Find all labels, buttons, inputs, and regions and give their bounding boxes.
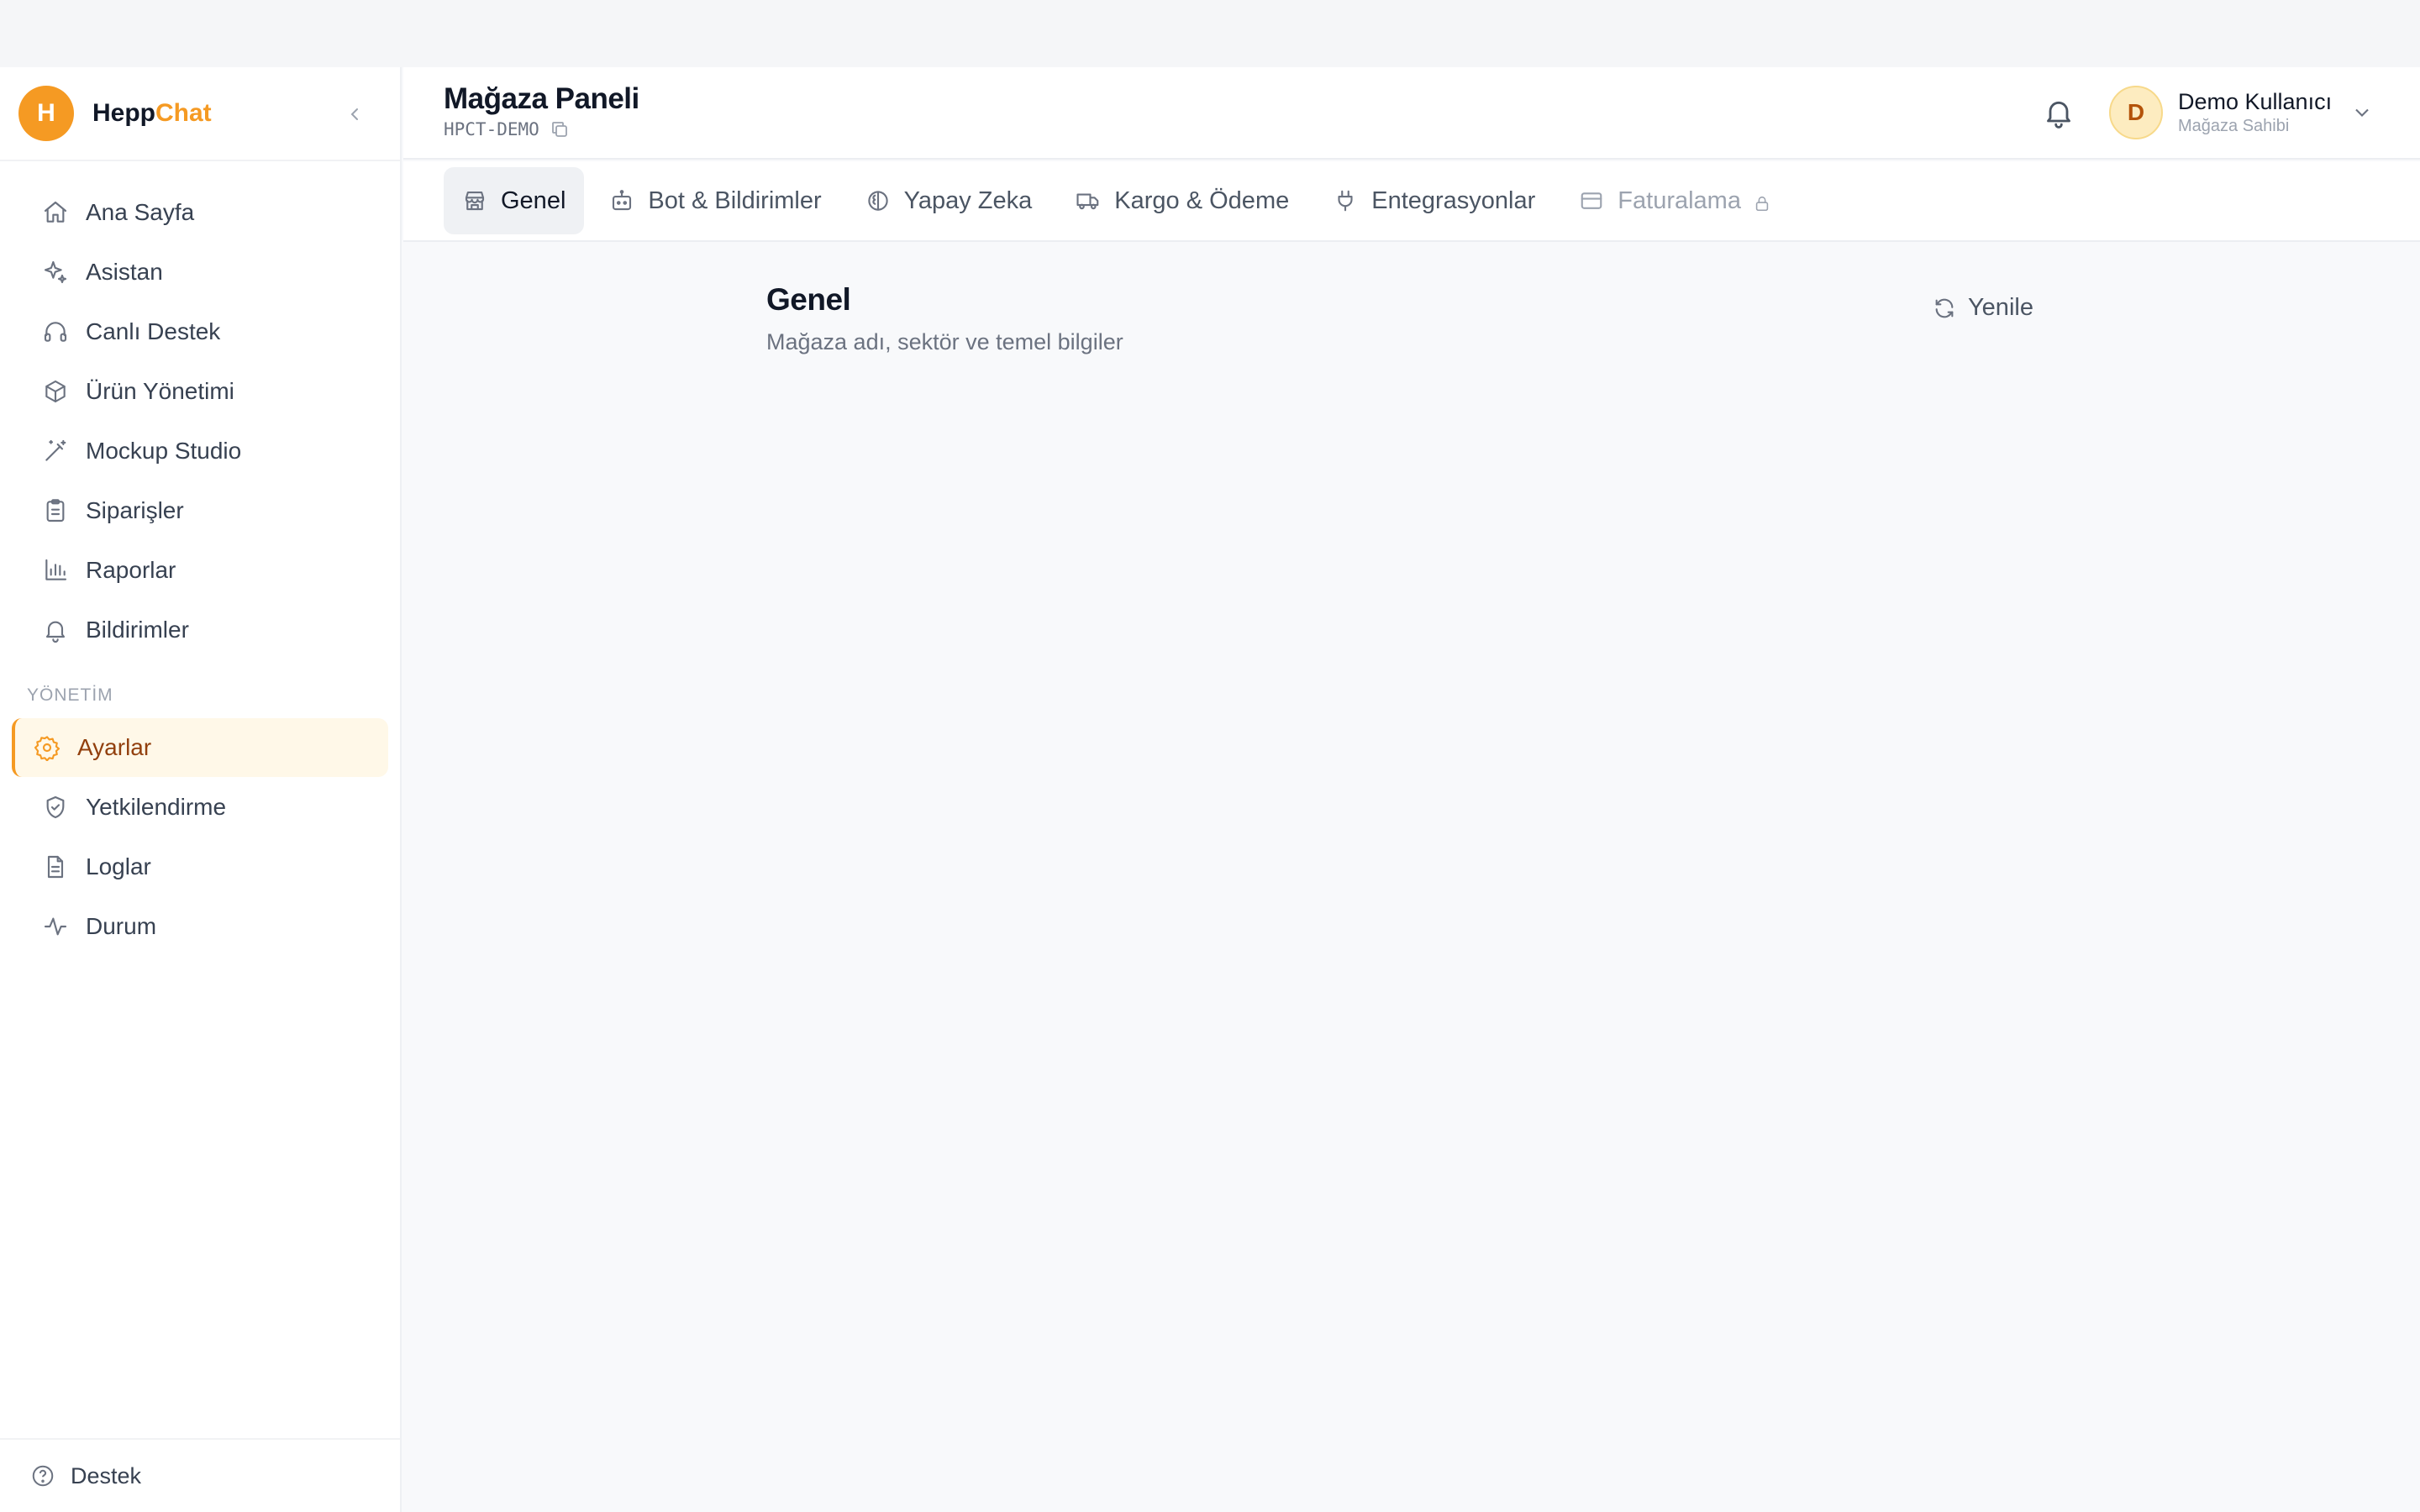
bot-icon xyxy=(613,190,632,211)
sidebar-item-label: Asistan xyxy=(86,259,163,285)
sidebar-item-label: Raporlar xyxy=(86,557,176,583)
chevron-down-icon xyxy=(2350,101,2374,124)
tab-bot-bildirimler[interactable]: Bot & Bildirimler xyxy=(591,167,839,234)
sidebar-item-durum[interactable]: Durum xyxy=(12,897,388,956)
chevron-left-icon xyxy=(350,108,358,120)
page-title: Mağaza Paneli xyxy=(444,82,639,115)
sidebar-item-ana-sayfa[interactable]: Ana Sayfa xyxy=(12,183,388,242)
user-name: Demo Kullanıcı xyxy=(2178,89,2333,114)
tab-entegrasyonlar[interactable]: Entegrasyonlar xyxy=(1314,167,1554,234)
sidebar-item-urun-yonetimi[interactable]: Ürün Yönetimi xyxy=(12,362,388,421)
credit-card-icon xyxy=(1581,192,1602,209)
sidebar-item-label: Canlı Destek xyxy=(86,318,221,344)
tab-yapay-zeka[interactable]: Yapay Zeka xyxy=(847,167,1051,234)
sidebar-item-label: Yetkilendirme xyxy=(86,794,227,820)
magic-wand-icon xyxy=(45,439,66,461)
sidebar-item-siparisler[interactable]: Siparişler xyxy=(12,481,388,540)
sidebar-item-label: Siparişler xyxy=(86,497,184,523)
headphones-icon xyxy=(44,322,67,342)
sidebar-item-canli-destek[interactable]: Canlı Destek xyxy=(12,302,388,361)
sidebar-item-label: Mockup Studio xyxy=(86,438,242,464)
bar-chart-icon xyxy=(45,559,67,580)
sidebar-item-label: Durum xyxy=(86,913,157,939)
sidebar-item-ayarlar[interactable]: Ayarlar xyxy=(12,718,388,777)
tab-label: Genel xyxy=(501,186,566,214)
page-header: Mağaza Paneli HPCT-DEMO D Demo Kullanıcı… xyxy=(403,67,2420,160)
copy-icon[interactable] xyxy=(550,119,570,139)
sidebar-item-label: Ana Sayfa xyxy=(86,199,195,225)
clipboard-icon xyxy=(46,499,65,522)
truck-icon xyxy=(1076,193,1099,210)
tab-label: Faturalama xyxy=(1618,186,1741,214)
store-code-text: HPCT-DEMO xyxy=(444,119,539,139)
settings-tabs: Genel Bot & Bildirimler Yapay Zeka Kargo… xyxy=(403,161,2420,242)
brand-logo: H xyxy=(18,86,74,141)
sidebar-nav: Ana Sayfa Asistan Canlı Destek Ürün Yöne… xyxy=(0,161,400,956)
store-code: HPCT-DEMO xyxy=(444,119,570,139)
lock-icon xyxy=(1753,192,1771,212)
bell-icon xyxy=(45,621,66,643)
sidebar: H HeppChat Ana Sayfa Asistan Canlı Deste… xyxy=(0,67,402,1512)
refresh-label: Yenile xyxy=(1968,294,2033,321)
section-header: Genel Mağaza adı, sektör ve temel bilgil… xyxy=(766,282,1123,355)
user-info: Demo Kullanıcı Mağaza Sahibi xyxy=(2178,89,2332,136)
sidebar-item-label: Loglar xyxy=(86,853,151,879)
package-icon xyxy=(45,380,66,403)
refresh-button[interactable]: Yenile xyxy=(1933,294,2033,322)
gear-icon xyxy=(34,736,60,761)
brand-name[interactable]: HeppChat xyxy=(92,99,212,128)
tab-label: Entegrasyonlar xyxy=(1371,186,1536,214)
tab-label: Bot & Bildirimler xyxy=(648,186,822,214)
activity-icon xyxy=(44,917,67,936)
support-link[interactable]: Destek xyxy=(0,1438,400,1512)
store-icon xyxy=(465,191,485,211)
sidebar-item-yetkilendirme[interactable]: Yetkilendirme xyxy=(12,778,388,837)
tab-genel[interactable]: Genel xyxy=(444,167,585,234)
section-subtitle: Mağaza adı, sektör ve temel bilgiler xyxy=(766,329,1123,354)
bell-icon xyxy=(2047,101,2070,129)
tab-label: Yapay Zeka xyxy=(903,186,1033,214)
avatar: D xyxy=(2109,86,2163,139)
section-title: Genel xyxy=(766,282,851,317)
sidebar-item-label: Bildirimler xyxy=(86,617,189,643)
top-strip xyxy=(0,0,2420,67)
user-role: Mağaza Sahibi xyxy=(2178,117,2290,135)
section-label-yonetim: YÖNETİM xyxy=(27,685,113,705)
sidebar-item-bildirimler[interactable]: Bildirimler xyxy=(12,601,388,659)
user-menu[interactable]: D Demo Kullanıcı Mağaza Sahibi xyxy=(2109,86,2374,139)
brand-name-part1: Hepp xyxy=(92,99,155,127)
sidebar-item-asistan[interactable]: Asistan xyxy=(12,243,388,302)
plug-icon xyxy=(1338,190,1353,212)
tab-faturalama[interactable]: Faturalama xyxy=(1560,167,1790,234)
brand: H HeppChat xyxy=(0,67,400,161)
file-icon xyxy=(47,855,64,879)
sparkles-icon xyxy=(44,260,67,284)
sidebar-item-label: Ayarlar xyxy=(77,734,152,760)
sidebar-item-loglar[interactable]: Loglar xyxy=(12,837,388,896)
home-icon xyxy=(44,201,67,223)
refresh-icon xyxy=(1935,298,1954,318)
support-label: Destek xyxy=(71,1462,142,1488)
brain-icon xyxy=(867,191,888,211)
collapse-sidebar-button[interactable] xyxy=(339,99,370,129)
tab-kargo-odeme[interactable]: Kargo & Ödeme xyxy=(1057,167,1307,234)
sidebar-item-label: Ürün Yönetimi xyxy=(86,378,234,404)
help-circle-icon xyxy=(32,1465,54,1487)
sidebar-item-mockup-studio[interactable]: Mockup Studio xyxy=(12,422,388,480)
brand-name-part2: Chat xyxy=(155,99,212,127)
sidebar-item-raporlar[interactable]: Raporlar xyxy=(12,541,388,600)
shield-icon xyxy=(46,795,65,819)
tab-label: Kargo & Ödeme xyxy=(1114,186,1290,214)
notifications-button[interactable] xyxy=(2042,96,2075,129)
